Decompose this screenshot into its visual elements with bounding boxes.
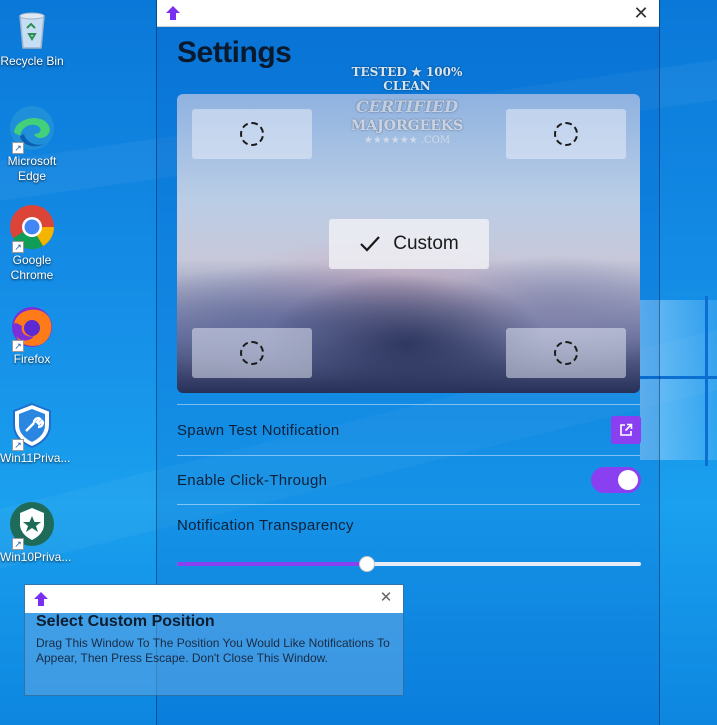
desktop-icon-label: Recycle Bin [0,54,64,68]
checkmark-icon [360,236,381,252]
desktop-icon-recycle-bin[interactable]: Recycle Bin [0,4,64,69]
position-top-left-button[interactable] [192,109,312,159]
desktop-icon-label: Google Chrome [10,253,54,282]
position-bottom-right-button[interactable] [506,328,626,378]
close-icon[interactable]: ✕ [631,3,651,23]
spawn-test-label: Spawn Test Notification [177,422,340,439]
position-preview: Custom [177,94,640,393]
firefox-icon: ↗ [8,302,56,352]
popup-titlebar[interactable]: ✕ [25,585,403,613]
spinner-icon [240,341,264,365]
spinner-icon [554,341,578,365]
slider-thumb[interactable] [359,556,376,572]
close-icon[interactable]: ✕ [377,589,395,607]
spinner-icon [554,122,578,146]
click-through-label: Enable Click-Through [177,472,328,489]
position-top-right-button[interactable] [506,109,626,159]
desktop-icon-label: Firefox [13,352,51,366]
popup-title: Select Custom Position [36,613,215,630]
divider [177,404,640,405]
desktop-icon-edge[interactable]: ↗ Microsoft Edge [0,104,64,184]
transparency-slider[interactable] [177,556,641,572]
shortcut-arrow-icon: ↗ [12,241,24,253]
slider-fill [177,562,368,566]
desktop-icon-label: Microsoft Edge [7,154,57,183]
desktop-icon-label: Win10Priva... [0,550,72,564]
chrome-icon: ↗ [8,203,56,253]
custom-label: Custom [393,233,459,254]
desktop-icon-win11privacy[interactable]: ↗ Win11Priva... [0,401,70,466]
toggle-knob [618,470,638,490]
position-custom-button[interactable]: Custom [329,219,489,269]
shortcut-arrow-icon: ↗ [12,538,24,550]
shortcut-arrow-icon: ↗ [12,439,24,451]
divider [177,504,640,505]
click-through-toggle[interactable] [591,467,641,493]
recycle-bin-icon [8,4,56,52]
spinner-icon [240,122,264,146]
shortcut-arrow-icon: ↗ [12,142,24,154]
windows-logo-divider [705,296,708,466]
settings-titlebar[interactable]: ✕ [157,0,659,27]
popup-text: Drag This Window To The Position You Wou… [36,636,390,665]
position-bottom-left-button[interactable] [192,328,312,378]
desktop-icon-win10privacy[interactable]: ↗ Win10Priva... [0,500,71,565]
external-link-icon [620,423,633,436]
spawn-test-notification-button[interactable] [611,416,641,444]
desktop-icon-label: Win11Priva... [0,451,71,465]
divider [177,455,640,456]
custom-position-window[interactable]: ✕ Select Custom Position Drag This Windo… [24,584,404,696]
win10privacy-icon: ↗ [8,500,56,550]
shortcut-arrow-icon: ↗ [12,340,24,352]
transparency-label: Notification Transparency [177,517,354,534]
desktop-icon-firefox[interactable]: ↗ Firefox [0,302,64,367]
page-title: Settings [177,36,292,69]
win11privacy-icon: ↗ [8,401,56,451]
app-arrow-icon [165,5,181,21]
desktop-icon-chrome[interactable]: ↗ Google Chrome [0,203,64,283]
edge-icon: ↗ [8,104,56,154]
app-arrow-icon [33,591,49,607]
